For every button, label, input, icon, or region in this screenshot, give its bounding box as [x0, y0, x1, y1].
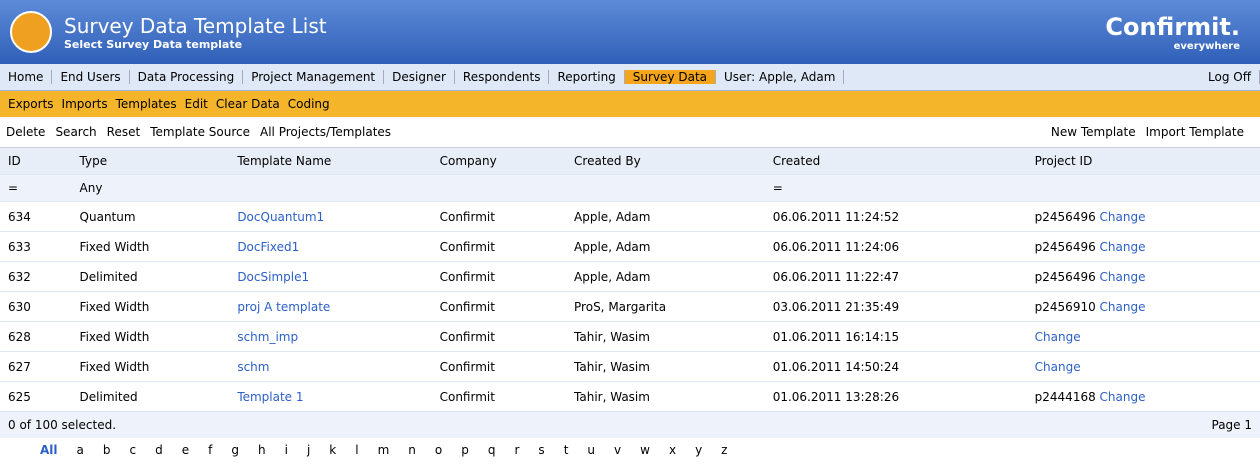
alphabet-filter: All a b c d e f g h i j k l m n o p q r s t u v w x y z — [40, 443, 728, 457]
nav-end-users[interactable]: End Users — [52, 70, 130, 84]
table-row[interactable]: 630 Fixed Width proj A template Confirmit Pr… — [0, 291, 1260, 322]
alpha-all[interactable]: All — [40, 443, 58, 457]
sub-nav: Exports Imports Templates Edit Clear Data C… — [0, 91, 1260, 117]
col-type[interactable]: Type — [71, 148, 230, 175]
filter-project[interactable] — [1026, 174, 1260, 202]
nav-respondents[interactable]: Respondents — [455, 70, 550, 84]
table-row[interactable]: 633 Fixed Width DocFixed1 Confirmit Apple, A… — [0, 231, 1260, 262]
table-row[interactable]: 632 Delimited DocSimple1 Confirmit Apple, Ad… — [0, 261, 1260, 292]
col-project[interactable]: Project ID — [1026, 148, 1260, 175]
filter-name[interactable] — [229, 174, 432, 202]
col-created-by[interactable]: Created By — [566, 148, 765, 175]
page-subtitle: Select Survey Data template — [64, 37, 243, 51]
page-title: Survey Data Template List — [64, 13, 327, 38]
status-bar: 0 of 100 selected. Page 1 — [0, 412, 1260, 438]
col-company[interactable]: Company — [431, 148, 567, 175]
title-bar: Survey Data Template List Select Survey D… — [0, 0, 1260, 64]
nav-home[interactable]: Home — [0, 70, 53, 84]
search-button[interactable]: Search — [55, 125, 96, 139]
table-row[interactable]: 627 Fixed Width schm Confirmit Tahir, Wasim 0… — [0, 351, 1260, 382]
table-row[interactable]: 625 Delimited Template 1 Confirmit Tahir, Wa… — [0, 381, 1260, 412]
sub-coding[interactable]: Coding — [284, 97, 334, 111]
template-source-label: Template Source — [150, 125, 250, 139]
nav-reporting[interactable]: Reporting — [549, 70, 625, 84]
col-created[interactable]: Created — [764, 148, 1027, 175]
sub-edit[interactable]: Edit — [181, 97, 212, 111]
template-source-select[interactable]: All Projects/Templates — [260, 125, 391, 139]
logoff-link[interactable]: Log Off — [1200, 70, 1260, 84]
sub-imports[interactable]: Imports — [58, 97, 112, 111]
app-icon — [10, 11, 52, 53]
new-template-button[interactable]: New Template — [1051, 125, 1136, 139]
sub-clear-data[interactable]: Clear Data — [212, 97, 284, 111]
filter-company[interactable] — [431, 174, 567, 202]
filter-date[interactable]: = — [764, 174, 1027, 202]
reset-button[interactable]: Reset — [107, 125, 141, 139]
sub-exports[interactable]: Exports — [4, 97, 58, 111]
sub-templates[interactable]: Templates — [112, 97, 181, 111]
selection-status: 0 of 100 selected. — [8, 418, 117, 432]
import-template-button[interactable]: Import Template — [1146, 125, 1244, 139]
filter-by[interactable] — [566, 174, 765, 202]
nav-survey-data[interactable]: Survey Data — [624, 70, 717, 84]
table-row[interactable]: 628 Fixed Width schm_imp Confirmit Tahir, Wa… — [0, 321, 1260, 352]
main-nav: Home End Users Data Processing Project Man… — [0, 64, 1260, 91]
user-label: User: Apple, Adam — [716, 70, 845, 84]
col-id[interactable]: ID — [0, 148, 72, 175]
brand-logo: Confirmit. everywhere — [1105, 12, 1240, 52]
filter-id[interactable]: = — [0, 174, 72, 202]
table-row[interactable]: 634 Quantum DocQuantum1 Confirmit Apple, Ada… — [0, 201, 1260, 232]
filter-type[interactable]: Any — [71, 174, 230, 202]
nav-designer[interactable]: Designer — [384, 70, 455, 84]
nav-data-processing[interactable]: Data Processing — [130, 70, 244, 84]
delete-button[interactable]: Delete — [6, 125, 45, 139]
pager[interactable]: Page 1 — [1212, 418, 1253, 432]
toolbar: Delete Search Reset Template Source All Pr… — [0, 117, 1260, 148]
col-name[interactable]: Template Name — [229, 148, 432, 175]
nav-project-management[interactable]: Project Management — [243, 70, 385, 84]
templates-table: ID Type Template Name Company Created By Crea… — [0, 148, 1260, 412]
